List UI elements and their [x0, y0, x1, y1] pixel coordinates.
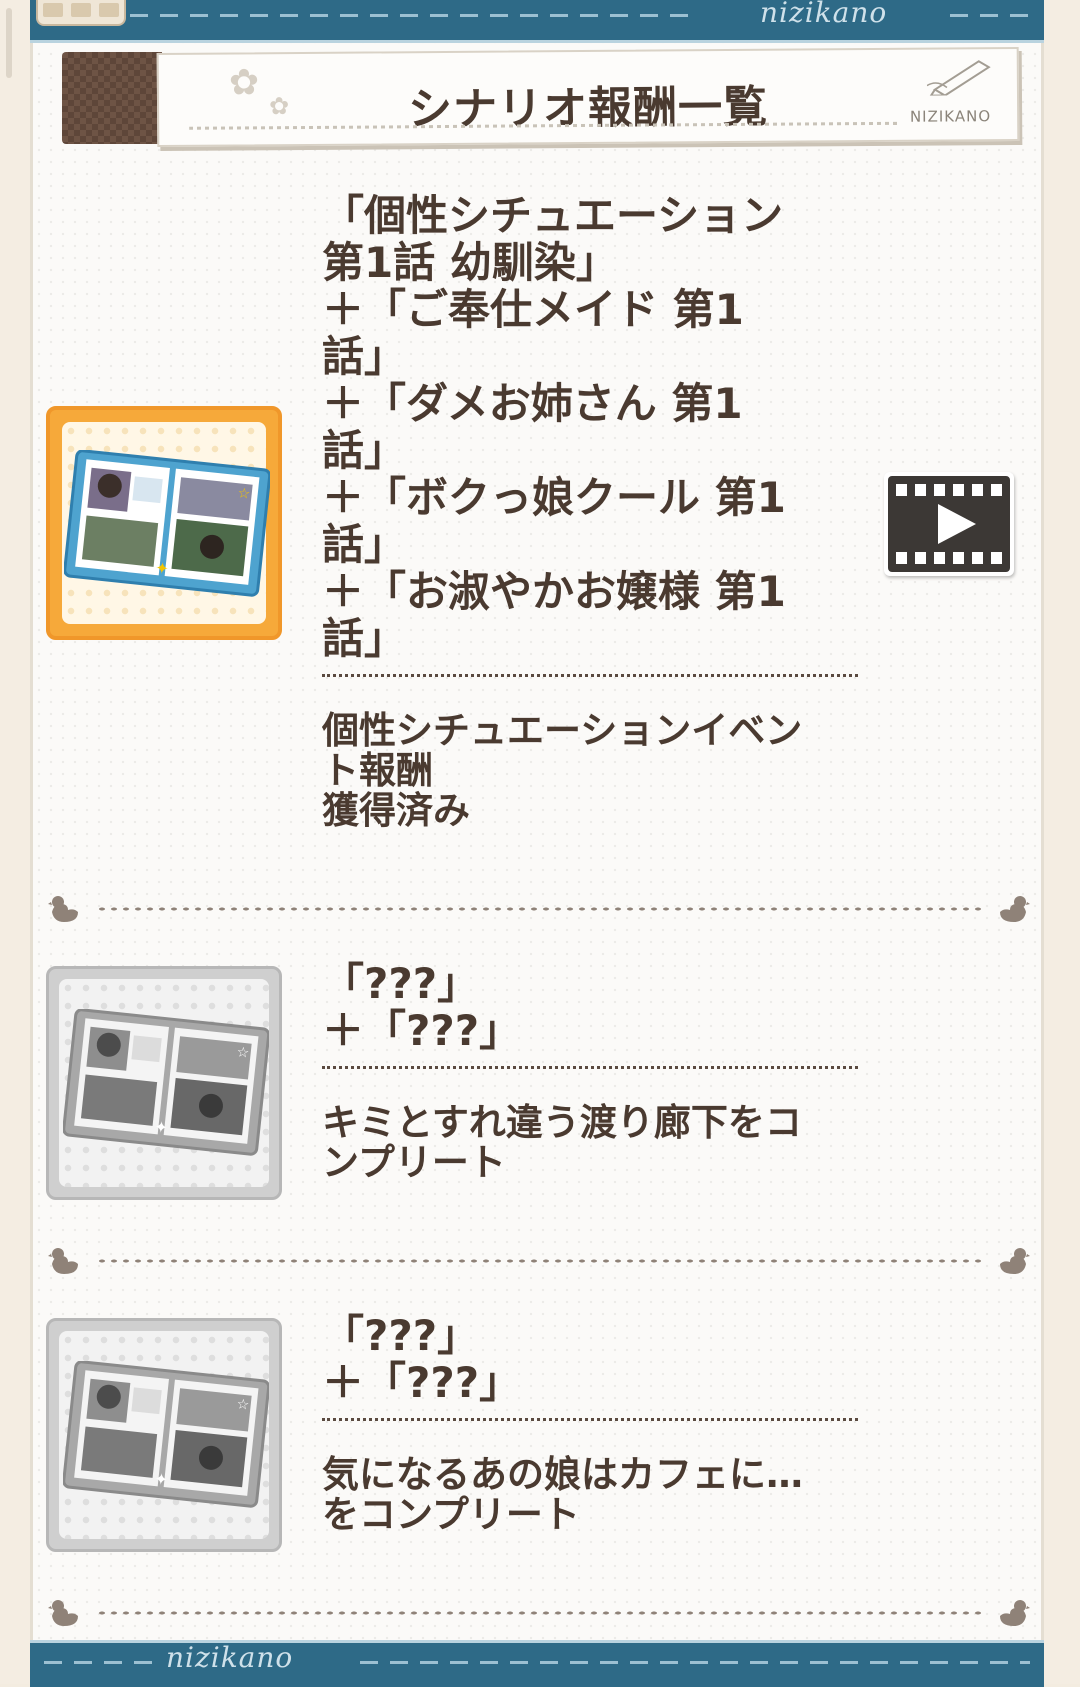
- scenario-title: 「???」 ＋「???」: [322, 1311, 522, 1407]
- scroll-indicator[interactable]: [6, 8, 12, 78]
- header-dash-line-right: [950, 14, 1040, 17]
- reward-row-2: 「???」 ＋「???」 キミとすれ違う渡り廊下をコ ンプリート: [322, 960, 862, 1183]
- duck-icon: [48, 896, 78, 922]
- pencil-icon: [926, 60, 991, 96]
- row-separator: [322, 674, 858, 677]
- row-divider: [48, 1596, 1030, 1630]
- title-ribbon: [62, 52, 162, 144]
- unlock-condition: 気になるあの娘はカフェに… をコンプリート: [322, 1453, 803, 1536]
- play-scenario-button[interactable]: [884, 472, 1014, 576]
- scenario-reward-page: nizikano ✿ ✿ シナリオ報酬一覧 NIZIKANO ☆ ✦ 「個性シチ…: [0, 0, 1080, 1687]
- duck-icon: [1000, 1248, 1030, 1274]
- reward-row-3: 「???」 ＋「???」 気になるあの娘はカフェに… をコンプリート: [322, 1312, 862, 1535]
- duck-icon: [48, 1248, 78, 1274]
- row-divider: [48, 1244, 1030, 1278]
- title-banner: ✿ ✿ シナリオ報酬一覧 NIZIKANO: [62, 46, 1020, 148]
- row-separator: [322, 1066, 858, 1069]
- scenario-title: 「???」 ＋「???」: [322, 959, 522, 1055]
- photo-album-icon: ☆ ✦: [63, 1009, 269, 1156]
- reward-row-1: 「個性シチュエーション 第1話 幼馴染」 ＋「ご奉仕メイド 第1 話」 ＋「ダメ…: [322, 192, 862, 831]
- svg-text:✦: ✦: [153, 1469, 168, 1489]
- bottom-footer-bar: nizikano: [30, 1640, 1044, 1687]
- svg-text:☆: ☆: [236, 1044, 250, 1061]
- title-paper: ✿ ✿ シナリオ報酬一覧 NIZIKANO: [156, 46, 1020, 148]
- footer-dash-line-right: [360, 1661, 1030, 1664]
- unlock-condition: 個性シチュエーションイベン ト報酬 獲得済み: [322, 709, 803, 832]
- film-play-icon: [888, 476, 1010, 572]
- unlock-condition: キミとすれ違う渡り廊下をコ ンプリート: [322, 1101, 802, 1184]
- svg-text:☆: ☆: [237, 485, 251, 502]
- scenario-album-thumbnail[interactable]: ☆ ✦: [46, 406, 282, 640]
- duck-icon: [48, 1600, 78, 1626]
- svg-text:✦: ✦: [154, 558, 169, 578]
- svg-text:✦: ✦: [153, 1117, 168, 1137]
- footer-brand: nizikano: [166, 1641, 294, 1674]
- photo-album-icon: ☆ ✦: [64, 450, 270, 597]
- menu-book-icon[interactable]: [36, 0, 126, 26]
- svg-text:☆: ☆: [236, 1396, 250, 1413]
- header-brand: nizikano: [760, 0, 888, 29]
- photo-album-icon: ☆ ✦: [63, 1361, 269, 1508]
- row-divider: [48, 892, 1030, 926]
- duck-icon: [1000, 1600, 1030, 1626]
- row-separator: [322, 1418, 858, 1421]
- footer-dash-line: [44, 1661, 164, 1664]
- scenario-title: 「個性シチュエーション 第1話 幼馴染」 ＋「ご奉仕メイド 第1 話」 ＋「ダメ…: [322, 191, 786, 663]
- header-dash-line: [130, 14, 690, 17]
- top-header-bar: nizikano: [30, 0, 1044, 43]
- title-stamp: NIZIKANO: [909, 107, 992, 126]
- scenario-album-thumbnail-locked[interactable]: ☆ ✦: [46, 1318, 282, 1552]
- duck-icon: [1000, 896, 1030, 922]
- scenario-album-thumbnail-locked[interactable]: ☆ ✦: [46, 966, 282, 1200]
